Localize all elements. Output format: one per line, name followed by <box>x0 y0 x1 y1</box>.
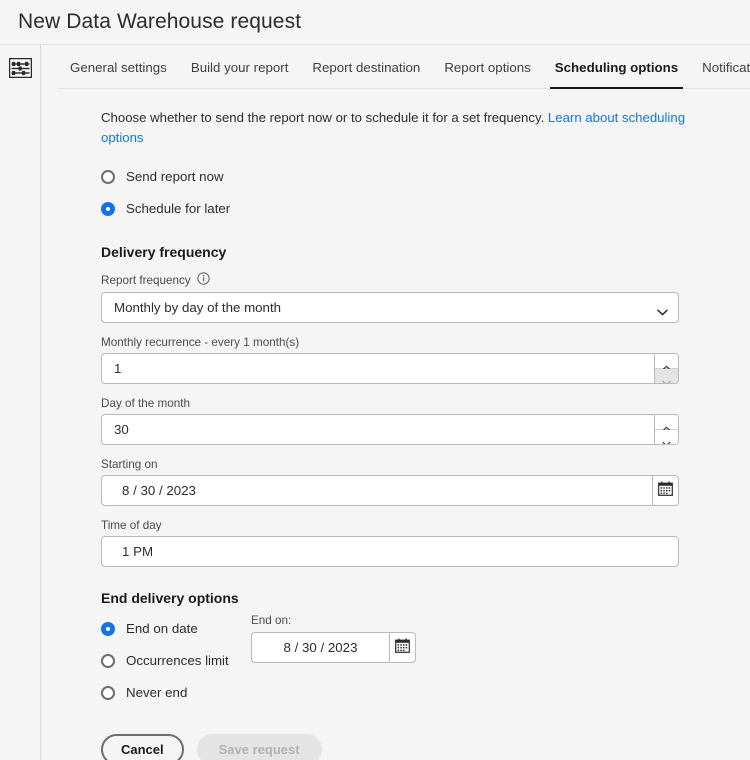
end-on-input[interactable]: 8 / 30 / 2023 <box>251 632 389 663</box>
radio-never-end[interactable]: Never end <box>101 680 251 705</box>
tab-build-your-report[interactable]: Build your report <box>179 45 301 89</box>
end-delivery-options-heading: End delivery options <box>101 590 750 606</box>
calendar-icon <box>658 481 673 501</box>
day-of-month-label: Day of the month <box>101 397 750 410</box>
cancel-button[interactable]: Cancel <box>101 734 184 760</box>
starting-on-label: Starting on <box>101 458 750 471</box>
stepper-decrement-button[interactable] <box>655 369 678 384</box>
radio-label: Never end <box>126 685 187 700</box>
stepper-increment-button[interactable] <box>655 354 678 369</box>
end-delivery-options-block: End on date Occurrences limit Never end … <box>101 614 750 712</box>
calendar-icon <box>395 638 410 658</box>
monthly-recurrence-field: 1 <box>101 353 679 384</box>
label-text: Time of day <box>101 519 162 532</box>
day-of-month-value: 30 <box>114 422 129 437</box>
radio-label: Occurrences limit <box>126 653 229 668</box>
chevron-up-icon <box>662 358 671 364</box>
intro-sentence: Choose whether to send the report now or… <box>101 110 548 125</box>
starting-on-value: 8 / 30 / 2023 <box>122 483 196 498</box>
label-text: Report frequency <box>101 274 191 287</box>
radio-label: End on date <box>126 621 198 636</box>
chevron-down-icon <box>662 434 671 440</box>
label-text: Monthly recurrence - every 1 month(s) <box>101 336 299 349</box>
radio-indicator <box>101 654 115 668</box>
starting-on-field: 8 / 30 / 2023 <box>101 475 679 506</box>
tab-general-settings[interactable]: General settings <box>58 45 179 89</box>
app-header: New Data Warehouse request <box>0 0 750 44</box>
stepper-buttons <box>654 353 679 384</box>
tab-label: Notification email <box>702 60 750 75</box>
stepper-decrement-button[interactable] <box>655 430 678 445</box>
monthly-recurrence-stepper: 1 <box>101 353 679 384</box>
monthly-recurrence-value: 1 <box>114 361 121 376</box>
tab-scheduling-options[interactable]: Scheduling options <box>543 45 690 89</box>
report-frequency-field: Monthly by day of the month <box>101 292 679 323</box>
time-of-day-value: 1 PM <box>122 544 153 559</box>
monthly-recurrence-label: Monthly recurrence - every 1 month(s) <box>101 336 750 349</box>
tab-label: Report destination <box>312 60 420 75</box>
day-of-month-field: 30 <box>101 414 679 445</box>
end-delivery-radio-group: End on date Occurrences limit Never end <box>101 614 251 712</box>
tab-label: Scheduling options <box>555 60 678 75</box>
tab-report-destination[interactable]: Report destination <box>300 45 432 89</box>
day-of-month-stepper: 30 <box>101 414 679 445</box>
stepper-increment-button[interactable] <box>655 415 678 430</box>
label-text: End on: <box>251 614 291 627</box>
stepper-buttons <box>654 414 679 445</box>
content-column: General settings Build your report Repor… <box>41 44 750 760</box>
tab-label: Build your report <box>191 60 289 75</box>
time-of-day-input[interactable]: 1 PM <box>101 536 679 567</box>
radio-label: Schedule for later <box>126 201 230 216</box>
starting-on-input[interactable]: 8 / 30 / 2023 <box>101 475 652 506</box>
report-frequency-value: Monthly by day of the month <box>114 300 281 315</box>
save-request-button[interactable]: Save request <box>197 734 322 760</box>
label-text: Day of the month <box>101 397 190 410</box>
tab-bar: General settings Build your report Repor… <box>41 45 750 89</box>
body-wrapper: General settings Build your report Repor… <box>0 44 750 760</box>
starting-on-datepicker: 8 / 30 / 2023 <box>101 475 679 506</box>
chevron-down-icon <box>662 373 671 379</box>
delivery-frequency-heading: Delivery frequency <box>101 244 750 260</box>
radio-label: Send report now <box>126 169 224 184</box>
radio-indicator <box>101 686 115 700</box>
end-on-calendar-button[interactable] <box>389 632 416 663</box>
info-icon[interactable] <box>197 272 210 288</box>
end-on-datepicker: 8 / 30 / 2023 <box>251 632 416 663</box>
chevron-down-icon <box>657 304 668 311</box>
tab-label: Report options <box>444 60 530 75</box>
tab-report-options[interactable]: Report options <box>432 45 542 89</box>
radio-send-report-now[interactable]: Send report now <box>101 164 750 189</box>
chevron-up-icon <box>662 419 671 425</box>
monthly-recurrence-input[interactable]: 1 <box>101 353 654 384</box>
radio-indicator <box>101 170 115 184</box>
tab-notification-email[interactable]: Notification email <box>690 45 750 89</box>
end-on-field: End on: 8 / 30 / 2023 <box>251 614 416 663</box>
report-frequency-label: Report frequency <box>101 272 750 288</box>
left-rail <box>0 44 41 760</box>
starting-on-calendar-button[interactable] <box>652 475 679 506</box>
radio-occurrences-limit[interactable]: Occurrences limit <box>101 648 251 673</box>
form-actions: Cancel Save request <box>101 734 750 760</box>
abacus-icon[interactable] <box>9 58 32 78</box>
intro-text: Choose whether to send the report now or… <box>101 108 686 148</box>
radio-end-on-date[interactable]: End on date <box>101 616 251 641</box>
report-frequency-select[interactable]: Monthly by day of the month <box>101 292 679 323</box>
time-of-day-label: Time of day <box>101 519 750 532</box>
end-on-value: 8 / 30 / 2023 <box>284 640 358 655</box>
tab-label: General settings <box>70 60 167 75</box>
radio-schedule-for-later[interactable]: Schedule for later <box>101 196 750 221</box>
time-of-day-field: 1 PM <box>101 536 679 567</box>
scheduling-options-form: Choose whether to send the report now or… <box>41 89 750 760</box>
radio-indicator <box>101 622 115 636</box>
page-title: New Data Warehouse request <box>18 10 301 34</box>
label-text: Starting on <box>101 458 158 471</box>
radio-indicator <box>101 202 115 216</box>
day-of-month-input[interactable]: 30 <box>101 414 654 445</box>
end-on-label: End on: <box>251 614 416 627</box>
